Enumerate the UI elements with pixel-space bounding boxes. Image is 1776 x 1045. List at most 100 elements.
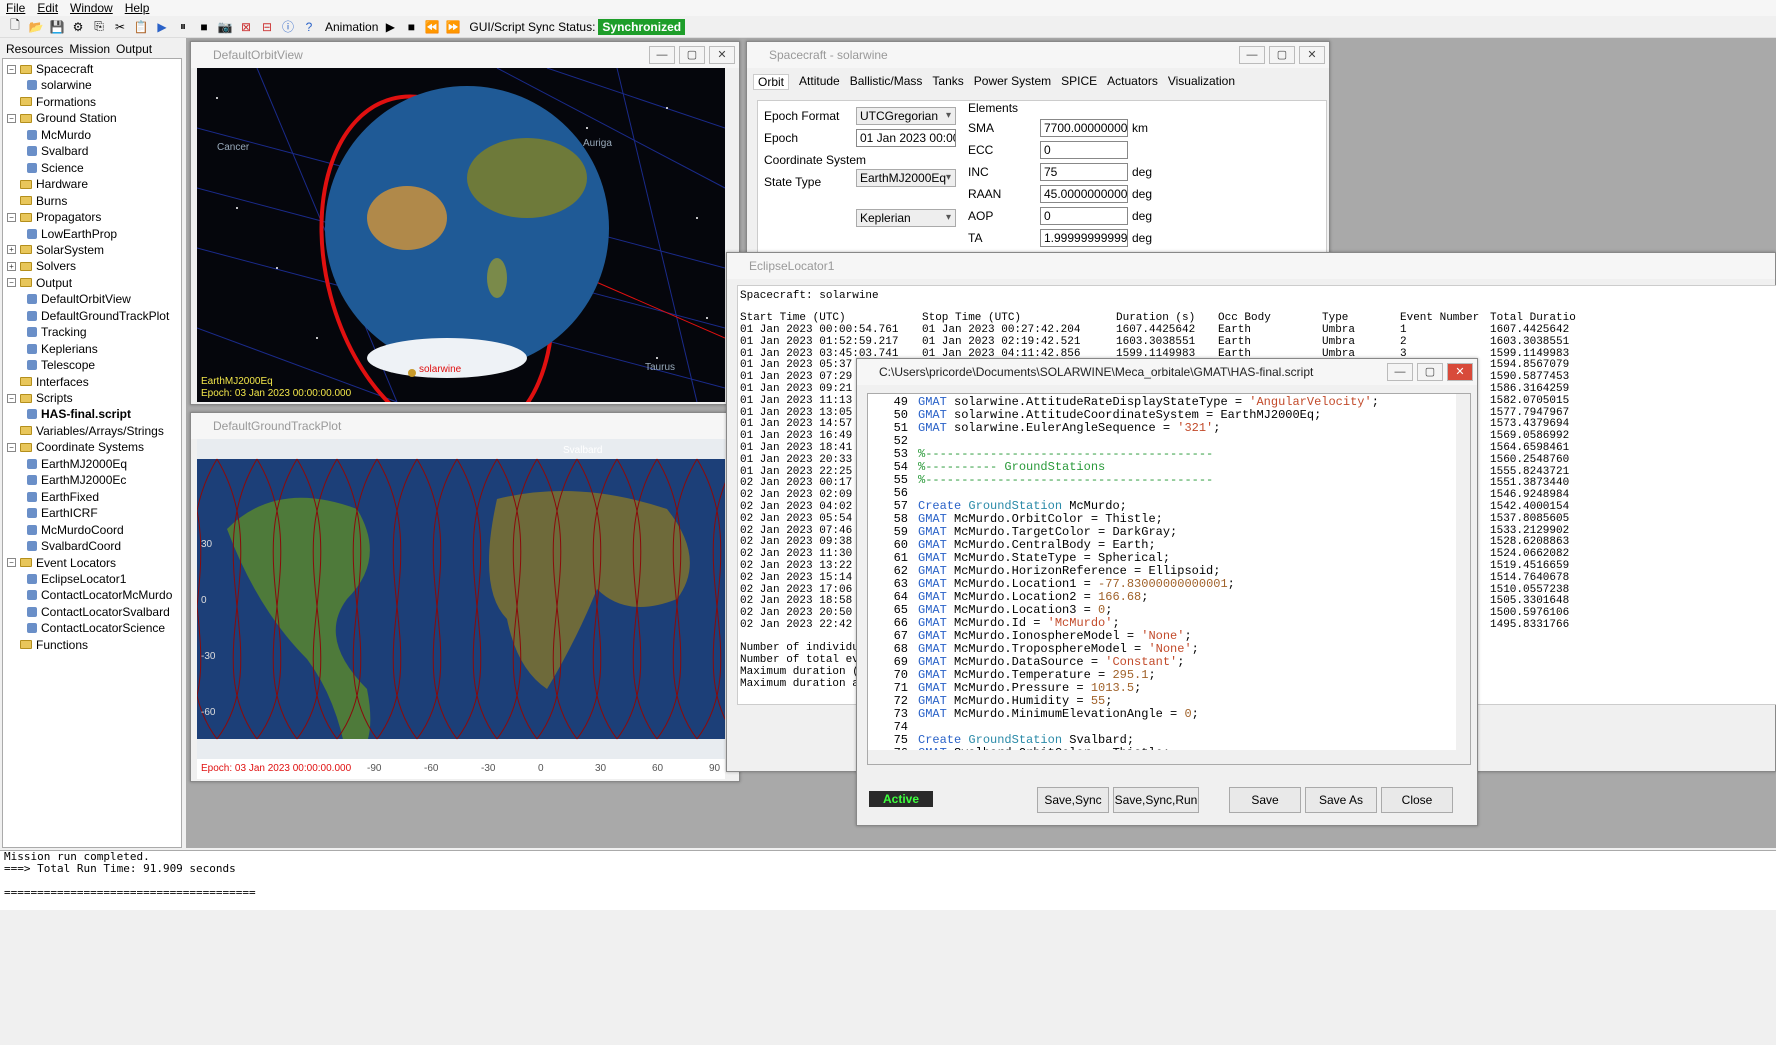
tree-item[interactable]: Keplerians <box>27 341 98 357</box>
tree-item[interactable]: Telescope <box>27 357 95 373</box>
settings-icon[interactable]: ⚙ <box>69 18 87 36</box>
expander-icon[interactable]: − <box>7 558 16 567</box>
animation-stop-icon[interactable]: ■ <box>402 18 420 36</box>
tree-item[interactable]: DefaultGroundTrackPlot <box>27 308 169 324</box>
tree-item[interactable]: Burns <box>7 193 67 209</box>
menu-help[interactable]: Help <box>125 0 150 16</box>
tab-spice[interactable]: SPICE <box>1061 74 1097 90</box>
tree-item[interactable]: − Output <box>7 275 72 291</box>
element-value-input[interactable]: 75 <box>1040 163 1128 181</box>
tree-item[interactable]: ContactLocatorMcMurdo <box>27 587 172 603</box>
pause-icon[interactable]: ⏸ <box>174 18 192 36</box>
tree-item[interactable]: Tracking <box>27 324 87 340</box>
minimize-button[interactable]: — <box>649 46 675 64</box>
tree-item[interactable]: DefaultOrbitView <box>27 291 131 307</box>
tab-resources[interactable]: Resources <box>6 40 63 58</box>
expander-icon[interactable]: − <box>7 113 16 123</box>
maximize-button[interactable]: ▢ <box>1417 363 1443 381</box>
minimize-button[interactable]: — <box>1387 363 1413 381</box>
tree-item[interactable]: Hardware <box>7 176 88 192</box>
animation-slower-icon[interactable]: ⏪ <box>423 18 441 36</box>
tree-item[interactable]: ContactLocatorSvalbard <box>27 604 170 620</box>
tree-item[interactable]: EarthICRF <box>27 505 98 521</box>
tree-item[interactable]: − Coordinate Systems <box>7 439 144 455</box>
run-icon[interactable]: ▶ <box>153 18 171 36</box>
tree-item[interactable]: Formations <box>7 94 96 110</box>
close-button[interactable]: ✕ <box>709 46 735 64</box>
close-all-icon[interactable]: ⊠ <box>237 18 255 36</box>
tab-mission[interactable]: Mission <box>69 40 110 58</box>
save-as-button[interactable]: Save As <box>1305 787 1377 813</box>
tree-item[interactable]: Variables/Arrays/Strings <box>7 423 164 439</box>
new-file-icon[interactable]: 🗋 <box>6 18 24 36</box>
element-value-input[interactable]: 7700.000000000 <box>1040 119 1128 137</box>
orbit-view-canvas[interactable]: Cancer Auriga Taurus solarwine EarthMJ20… <box>197 68 725 402</box>
close-button[interactable]: ✕ <box>1447 363 1473 381</box>
save-icon[interactable]: 💾 <box>48 18 66 36</box>
tree-item[interactable]: solarwine <box>27 77 92 93</box>
coordinate-system-select[interactable]: EarthMJ2000Eq <box>856 169 956 187</box>
tab-power-system[interactable]: Power System <box>974 74 1051 90</box>
tree-item[interactable]: Functions <box>7 637 88 653</box>
close-window-icon[interactable]: ⊟ <box>258 18 276 36</box>
tree-item[interactable]: EclipseLocator1 <box>27 571 126 587</box>
horizontal-scrollbar[interactable] <box>868 750 1470 764</box>
epoch-input[interactable]: 01 Jan 2023 00:00:0 <box>856 129 956 147</box>
expander-icon[interactable]: − <box>7 442 16 452</box>
close-button[interactable]: Close <box>1381 787 1453 813</box>
menu-window[interactable]: Window <box>70 0 113 16</box>
help-icon[interactable]: ? <box>300 18 318 36</box>
animation-play-icon[interactable]: ▶ <box>381 18 399 36</box>
tree-item[interactable]: + SolarSystem <box>7 242 104 258</box>
tree-item[interactable]: EarthMJ2000Ec <box>27 472 126 488</box>
state-type-select[interactable]: Keplerian <box>856 209 956 227</box>
tab-actuators[interactable]: Actuators <box>1107 74 1158 90</box>
tree-item[interactable]: − Ground Station <box>7 110 117 126</box>
tree-item[interactable]: − Scripts <box>7 390 73 406</box>
expander-icon[interactable]: − <box>7 278 16 288</box>
expander-icon[interactable]: + <box>7 261 16 271</box>
tree-item[interactable]: McMurdo <box>27 127 91 143</box>
tree-item[interactable]: EarthMJ2000Eq <box>27 456 127 472</box>
expander-icon[interactable]: − <box>7 64 16 74</box>
maximize-button[interactable]: ▢ <box>1269 46 1295 64</box>
expander-icon[interactable]: + <box>7 245 16 255</box>
tree-item[interactable]: + Solvers <box>7 258 76 274</box>
epoch-format-select[interactable]: UTCGregorian <box>856 107 956 125</box>
tab-output[interactable]: Output <box>116 40 152 58</box>
tab-ballistic-mass[interactable]: Ballistic/Mass <box>850 74 923 90</box>
tree-item[interactable]: EarthFixed <box>27 489 99 505</box>
stop-icon[interactable]: ■ <box>195 18 213 36</box>
element-value-input[interactable]: 0 <box>1040 141 1128 159</box>
save-button[interactable]: Save <box>1229 787 1301 813</box>
save-sync-run-button[interactable]: Save,Sync,Run <box>1113 787 1199 813</box>
element-value-input[interactable]: 0 <box>1040 207 1128 225</box>
open-file-icon[interactable]: 📂 <box>27 18 45 36</box>
maximize-button[interactable]: ▢ <box>679 46 705 64</box>
minimize-button[interactable]: — <box>1239 46 1265 64</box>
tree-item[interactable]: − Event Locators <box>7 555 116 571</box>
tab-orbit[interactable]: Orbit <box>753 74 790 90</box>
paste-icon[interactable]: 📋 <box>132 18 150 36</box>
tab-attitude[interactable]: Attitude <box>799 74 840 90</box>
element-value-input[interactable]: 1.999999999999 <box>1040 229 1128 247</box>
cut-icon[interactable]: ✂ <box>111 18 129 36</box>
expander-icon[interactable]: − <box>7 393 16 403</box>
tree-item[interactable]: − Propagators <box>7 209 101 225</box>
tree-item[interactable]: − Spacecraft <box>7 61 93 77</box>
tree-item[interactable]: HAS-final.script <box>27 406 131 422</box>
save-sync-button[interactable]: Save,Sync <box>1037 787 1109 813</box>
expander-icon[interactable]: − <box>7 212 16 222</box>
menu-file[interactable]: File <box>6 0 25 16</box>
tree-item[interactable]: ContactLocatorScience <box>27 620 165 636</box>
vertical-scrollbar[interactable] <box>1456 394 1470 764</box>
close-button[interactable]: ✕ <box>1299 46 1325 64</box>
tree-item[interactable]: SvalbardCoord <box>27 538 121 554</box>
tree-item[interactable]: Svalbard <box>27 143 88 159</box>
tree-item[interactable]: Science <box>27 160 84 176</box>
tree-item[interactable]: McMurdoCoord <box>27 522 124 538</box>
script-editor[interactable]: 49 GMAT solarwine.AttitudeRateDisplayStat… <box>867 393 1471 765</box>
tab-visualization[interactable]: Visualization <box>1168 74 1235 90</box>
copy-icon[interactable]: ⎘ <box>90 18 108 36</box>
screenshot-icon[interactable]: 📷 <box>216 18 234 36</box>
